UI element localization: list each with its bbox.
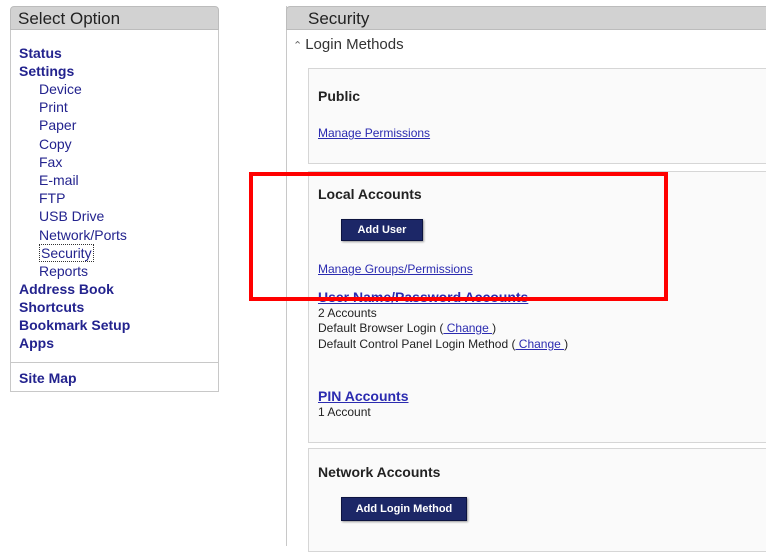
nav-ftp[interactable]: FTP <box>11 189 218 207</box>
browser-login-close-paren: ) <box>492 321 497 335</box>
default-control-panel-login-row: Default Control Panel Login Method ( Cha… <box>318 337 568 352</box>
sidebar-title: Select Option <box>10 6 219 30</box>
nav-email[interactable]: E-mail <box>11 171 218 189</box>
login-methods-toggle[interactable]: ⌃ Login Methods <box>293 36 404 53</box>
public-title: Public <box>318 88 361 104</box>
page-title: Security <box>286 6 766 30</box>
default-browser-login-label: Default Browser Login ( <box>318 321 444 335</box>
login-methods-label: Login Methods <box>305 36 404 53</box>
highlight-box <box>249 172 668 301</box>
control-panel-login-change-link[interactable]: Change <box>515 337 564 351</box>
nav-bookmark-setup[interactable]: Bookmark Setup <box>11 316 218 334</box>
sidebar-nav: Status Settings Device Print Paper Copy … <box>10 30 219 392</box>
nav-status[interactable]: Status <box>11 44 218 62</box>
nav-fax[interactable]: Fax <box>11 153 218 171</box>
user-password-account-count: 2 Accounts <box>318 306 377 320</box>
nav-shortcuts[interactable]: Shortcuts <box>11 298 218 316</box>
default-control-panel-login-label: Default Control Panel Login Method ( <box>318 337 516 351</box>
nav-settings[interactable]: Settings <box>11 62 218 80</box>
default-browser-login-row: Default Browser Login ( Change ) <box>318 321 496 336</box>
nav-paper[interactable]: Paper <box>11 116 218 134</box>
pin-account-count: 1 Account <box>318 405 371 419</box>
manage-permissions-link[interactable]: Manage Permissions <box>318 126 430 140</box>
nav-site-map[interactable]: Site Map <box>11 369 218 387</box>
browser-login-change-link[interactable]: Change <box>443 321 492 335</box>
nav-security-label: Security <box>39 243 94 262</box>
public-card: Public Manage Permissions <box>308 68 766 164</box>
add-login-method-button[interactable]: Add Login Method <box>341 497 467 521</box>
network-accounts-title: Network Accounts <box>318 464 441 480</box>
collapse-chevron-icon: ⌃ <box>293 40 303 52</box>
nav-copy[interactable]: Copy <box>11 135 218 153</box>
nav-device[interactable]: Device <box>11 80 218 98</box>
sidebar: Select Option Status Settings Device Pri… <box>10 6 219 392</box>
pin-accounts-link[interactable]: PIN Accounts <box>318 388 409 404</box>
nav-apps[interactable]: Apps <box>11 334 218 352</box>
nav-usb-drive[interactable]: USB Drive <box>11 207 218 225</box>
control-panel-close-paren: ) <box>564 337 569 351</box>
network-accounts-card: Network Accounts Add Login Method <box>308 448 766 552</box>
nav-print[interactable]: Print <box>11 98 218 116</box>
nav-network-ports[interactable]: Network/Ports <box>11 226 218 244</box>
nav-security[interactable]: Security <box>11 243 218 262</box>
nav-address-book[interactable]: Address Book <box>11 280 218 298</box>
nav-reports[interactable]: Reports <box>11 262 218 280</box>
